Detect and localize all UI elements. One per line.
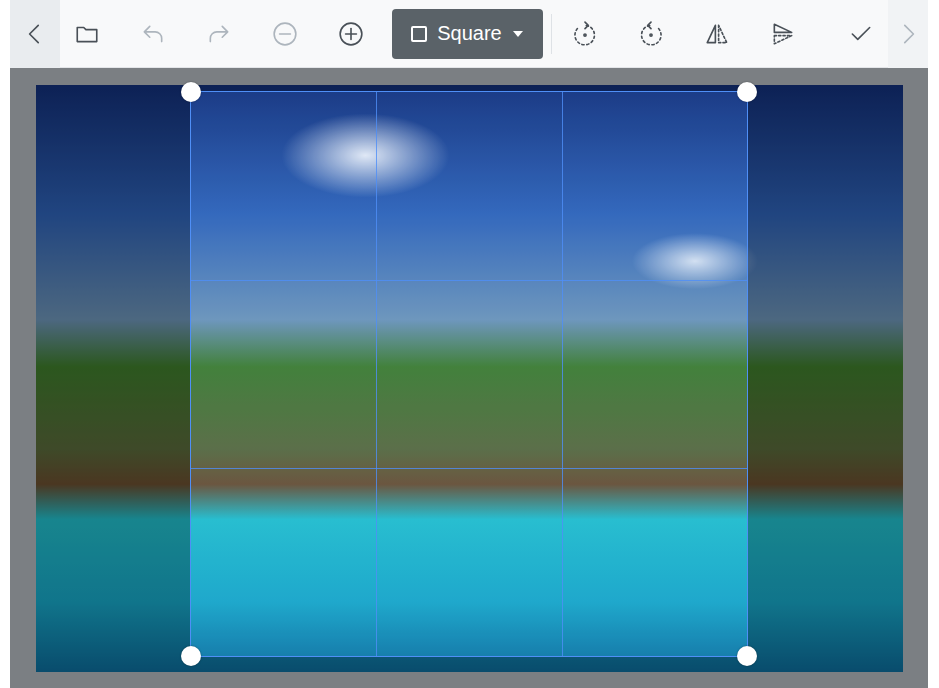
rotateleft-button[interactable] (560, 0, 610, 68)
grid-line (376, 92, 377, 656)
rotate-left-icon (572, 21, 598, 47)
back-chevron-icon (22, 21, 48, 47)
crop-handle[interactable] (737, 82, 757, 102)
zoom-out-minus-icon (272, 21, 298, 47)
flip-vertical-icon (770, 21, 796, 47)
forward-button[interactable] (888, 0, 928, 68)
zoom-in-plus-icon (338, 21, 364, 47)
folder-icon (74, 21, 100, 47)
crop-handle[interactable] (181, 82, 201, 102)
flipvertical-button[interactable] (758, 0, 808, 68)
apply-button[interactable] (836, 0, 886, 68)
toolbar-separator (551, 14, 552, 54)
back-button[interactable] (10, 0, 60, 68)
zoomin-button[interactable] (326, 0, 376, 68)
grid-line (562, 92, 563, 656)
open-button[interactable] (62, 0, 112, 68)
undo-arrow-icon (140, 21, 166, 47)
editor-panel: Square (10, 0, 928, 688)
grid-line (191, 468, 747, 469)
aspect-label: Square (437, 22, 502, 45)
rotateright-button[interactable] (626, 0, 676, 68)
zoomout-button[interactable] (260, 0, 310, 68)
square-shape-icon (411, 26, 427, 42)
crop-handle[interactable] (737, 646, 757, 666)
redo-arrow-icon (206, 21, 232, 47)
image-editor: Square (0, 0, 939, 688)
grid-line (191, 280, 747, 281)
photo (36, 85, 903, 672)
canvas-area (10, 68, 928, 688)
undo-button[interactable] (128, 0, 178, 68)
checkmark-icon (848, 21, 874, 47)
toolbar: Square (10, 0, 928, 68)
forward-chevron-icon (895, 21, 921, 47)
redo-button[interactable] (194, 0, 244, 68)
dropdown-caret-icon (512, 30, 524, 38)
rotate-right-icon (638, 21, 664, 47)
crop-handle[interactable] (181, 646, 201, 666)
fliphorizontal-button[interactable] (692, 0, 742, 68)
crop-box[interactable] (190, 91, 748, 657)
flip-horizontal-icon (704, 21, 730, 47)
aspect-ratio-dropdown[interactable]: Square (392, 9, 543, 59)
